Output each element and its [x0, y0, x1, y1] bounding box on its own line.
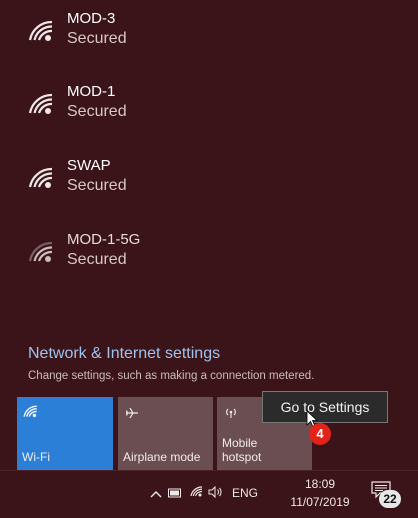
- volume-icon[interactable]: [208, 486, 224, 498]
- clock-time: 18:09: [304, 477, 336, 491]
- wifi-toggle-tile[interactable]: Wi-Fi: [17, 397, 113, 470]
- wifi-secured-icon: [28, 20, 53, 41]
- tile-label: Mobile hotspot: [222, 436, 261, 464]
- language-indicator[interactable]: ENG: [232, 486, 258, 500]
- airplane-icon: [125, 407, 138, 419]
- go-to-settings-tooltip: Go to Settings: [262, 391, 388, 423]
- tile-label: Airplane mode: [123, 450, 201, 464]
- wifi-secured-icon: [28, 93, 53, 114]
- clock[interactable]: 18:09 11/07/2019: [283, 471, 357, 517]
- taskbar: ENG 18:09 11/07/2019: [0, 470, 418, 518]
- hotspot-icon: [226, 408, 236, 418]
- network-name: MOD-1-5G: [67, 231, 141, 248]
- wifi-icon[interactable]: [190, 486, 204, 498]
- wifi-icon: [23, 405, 37, 418]
- step-badge: 4: [309, 423, 331, 445]
- network-item-mod-1[interactable]: MOD-1 Secured: [28, 83, 308, 133]
- network-item-swap[interactable]: SWAP Secured: [28, 157, 308, 207]
- network-status: Secured: [67, 177, 127, 194]
- battery-icon[interactable]: [168, 488, 182, 498]
- network-status: Secured: [67, 251, 127, 268]
- wifi-secured-weak-icon: [28, 241, 53, 262]
- network-status: Secured: [67, 103, 127, 120]
- network-item-mod-1-5g[interactable]: MOD-1-5G Secured: [28, 231, 308, 281]
- network-status: Secured: [67, 30, 127, 47]
- network-item-mod-3[interactable]: MOD-3 Secured: [28, 10, 308, 60]
- tile-label-line: Mobile: [222, 436, 258, 450]
- network-name: MOD-3: [67, 10, 116, 27]
- action-center-button[interactable]: 22: [369, 478, 403, 508]
- tile-label: Wi-Fi: [22, 450, 50, 464]
- network-name: MOD-1: [67, 83, 116, 100]
- wifi-secured-icon: [28, 167, 53, 188]
- network-internet-settings-link[interactable]: Network & Internet settings: [28, 345, 220, 363]
- notification-count-badge: 22: [379, 490, 401, 508]
- settings-description: Change settings, such as making a connec…: [28, 370, 315, 382]
- clock-date: 11/07/2019: [290, 495, 350, 509]
- airplane-mode-tile[interactable]: Airplane mode: [118, 397, 213, 470]
- network-name: SWAP: [67, 157, 111, 174]
- tile-label-line: hotspot: [222, 450, 262, 464]
- chevron-up-icon[interactable]: [150, 490, 162, 498]
